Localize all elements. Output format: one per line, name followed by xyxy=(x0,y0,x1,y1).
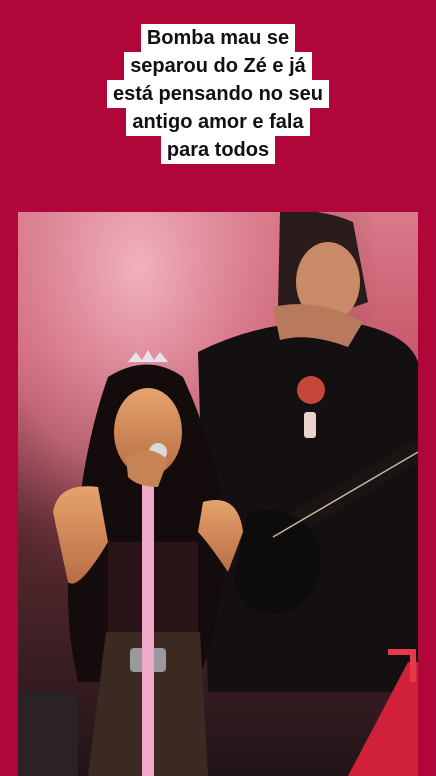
mic-stand xyxy=(142,462,154,776)
shirt-logo-icon xyxy=(297,376,325,404)
caption-line-3: está pensando no seu xyxy=(106,80,330,108)
concert-scene xyxy=(18,212,418,776)
caption-line-4: antigo amor e fala xyxy=(126,108,310,136)
caption-line-2: separou do Zé e já xyxy=(124,52,312,80)
caption-line-1: Bomba mau se xyxy=(140,24,296,52)
speaker xyxy=(18,692,78,776)
concert-photo xyxy=(18,212,418,776)
caption-line-5: para todos xyxy=(160,136,276,164)
video-caption: Bomba mau se separou do Zé e já está pen… xyxy=(60,24,376,164)
